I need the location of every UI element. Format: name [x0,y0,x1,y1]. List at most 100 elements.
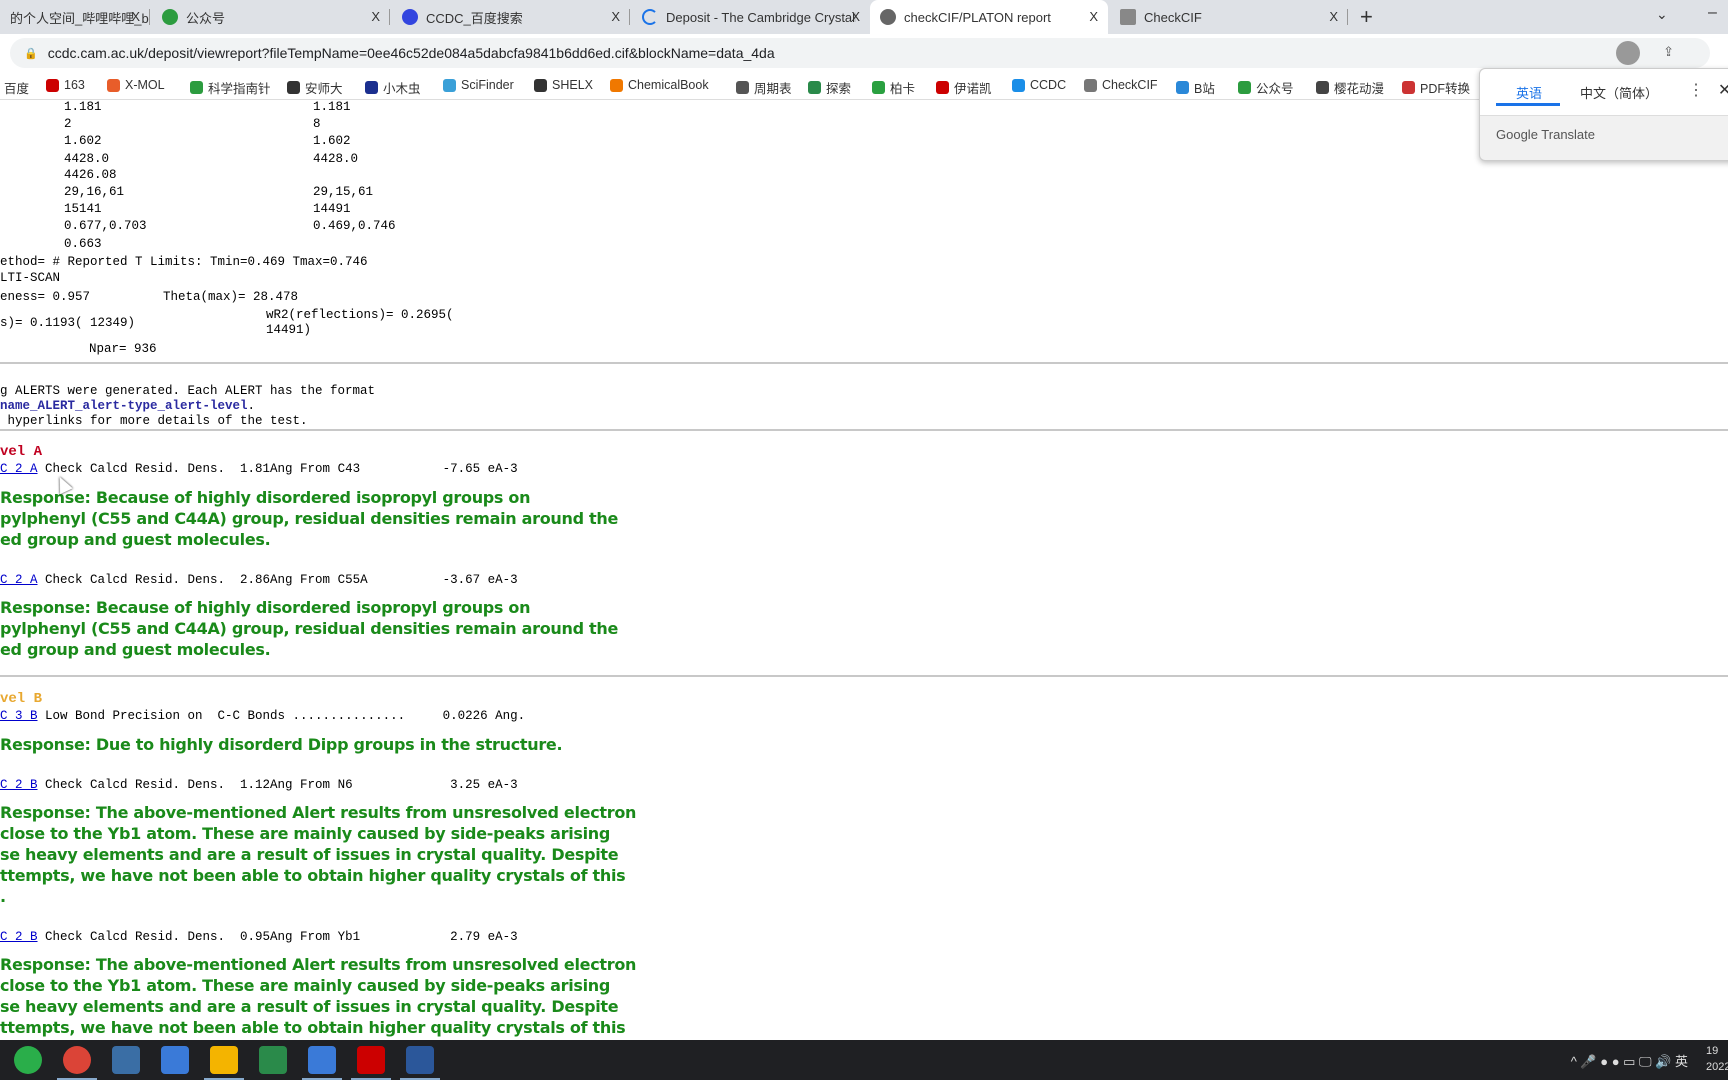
bookmark-label: CCDC [1030,78,1067,92]
bookmark-item[interactable]: CheckCIF [1084,78,1158,92]
more-options-icon[interactable]: ⋮ [1688,80,1704,100]
summary-value-left: 0.663 [64,237,102,251]
alert-line: C 2 B Check Calcd Resid. Dens. 0.95Ang F… [0,930,518,945]
alerts-intro: g ALERTS were generated. Each ALERT has … [0,384,376,398]
taskbar-calculator-icon[interactable] [112,1046,140,1074]
bookmark-item[interactable]: 周期表 [736,78,792,97]
close-icon[interactable]: ✕ [1718,80,1728,100]
taskbar-app2-icon[interactable] [302,1046,342,1080]
tab-deposit[interactable]: Deposit - The Cambridge Crystallographic… [632,0,870,34]
taskbar-wechat-icon[interactable] [14,1046,42,1074]
alert-code-link[interactable]: C 2 B [0,778,38,792]
bookmark-item[interactable]: 公众号 [1238,78,1294,97]
bookmark-item[interactable]: 科学指南针 [190,78,271,97]
tab-title: 的个人空间_哔哩哔哩_b [10,10,149,26]
summary-value-left: 1.181 [64,100,102,114]
address-bar[interactable]: 🔒 ccdc.cam.ac.uk/deposit/viewreport?fileT… [10,38,1710,68]
tab-baidu[interactable]: CCDC_百度搜索 X [392,0,630,34]
bookmark-item[interactable]: 百度 [4,78,29,97]
close-tab-icon[interactable]: X [1089,9,1098,24]
bookmark-label: 公众号 [1256,82,1294,96]
taskbar-file-explorer-icon[interactable] [204,1046,244,1080]
alert-code-link[interactable]: C 2 A [0,462,38,476]
response-text: Response: The above-mentioned Alert resu… [0,803,637,822]
alerts-hyperlink-note: hyperlinks for more details of the test. [0,414,308,428]
bookmark-icon [443,78,456,92]
tab-title: CheckCIF [1144,9,1202,25]
tab-title: Deposit - The Cambridge Crystallographic [666,9,856,25]
bookmark-icon [107,78,120,92]
summary-value-left: 4426.08 [64,168,117,182]
bookmark-item[interactable]: 安师大 [287,78,343,97]
summary-value-left: 2 [64,117,72,131]
bookmark-label: SciFinder [461,78,514,92]
bookmark-label: X-MOL [125,78,165,92]
system-tray[interactable]: ^ 🎤 ● ● ▭ 🖵 🔊 英 [1571,1051,1688,1070]
minimize-icon[interactable]: – [1708,4,1717,22]
summary-value-right: 1.181 [313,100,351,114]
report-content: 1.181 1.181 2 8 1.602 1.602 4428.0 4428.0 4426.0… [0,100,1728,1040]
new-tab-button[interactable]: + [1360,4,1373,30]
translate-icon[interactable] [1616,41,1640,65]
alert-code-link[interactable]: C 3 B [0,709,38,723]
taskbar-acrobat-icon[interactable] [351,1046,391,1080]
summary-value-right: 4428.0 [313,152,359,166]
bookmark-item[interactable]: 小木虫 [365,78,421,97]
bookmark-item[interactable]: B站 [1176,78,1215,97]
alert-code-link[interactable]: C 2 B [0,930,38,944]
taskbar: ^ 🎤 ● ● ▭ 🖵 🔊 英 19 2022 [0,1040,1728,1080]
bookmark-item[interactable]: CCDC [1012,78,1066,92]
summary-value-left: 15141 [64,202,102,216]
clock[interactable]: 19 2022 [1706,1043,1728,1075]
tab-title: 公众号 [186,10,226,26]
bookmark-item[interactable]: PDF转换 [1402,78,1470,97]
bookmark-item[interactable]: 探索 [808,78,851,97]
alert-format-end: . [247,399,256,413]
response-text: se heavy elements and are a result of is… [0,997,619,1016]
bookmark-item[interactable]: X-MOL [107,78,165,92]
close-tab-icon[interactable]: X [131,9,140,24]
bookmark-item[interactable]: ChemicalBook [610,78,709,92]
tab-gongzhonghao[interactable]: 公众号 X [152,0,390,34]
bookmark-label: B站 [1194,82,1215,96]
target-language-tab[interactable]: 中文（简体） [1580,83,1658,102]
bookmark-icon [872,81,885,94]
alert-code-link[interactable]: C 2 A [0,573,38,587]
bookmark-item[interactable]: 柏卡 [872,78,915,97]
bookmark-icon [610,78,623,92]
tab-checkcif-report[interactable]: checkCIF/PLATON report X [870,0,1108,34]
taskbar-app-icon[interactable] [161,1046,189,1074]
alert-format-line: name_ALERT_alert-type_alert-level. [0,399,255,414]
tab-search-icon[interactable]: ⌄ [1656,6,1668,23]
bookmark-icon [365,81,378,94]
share-icon[interactable]: ⇪ [1663,44,1674,60]
absorption-correction-type: LTI-SCAN [0,271,61,285]
bookmark-item[interactable]: SHELX [534,78,593,92]
close-tab-icon[interactable]: X [611,9,620,24]
close-tab-icon[interactable]: X [1329,9,1338,24]
tab-divider [629,9,630,25]
alert-line: C 2 A Check Calcd Resid. Dens. 2.86Ang F… [0,573,518,588]
close-tab-icon[interactable]: X [371,9,380,24]
bookmark-icon [936,81,949,94]
bookmark-item[interactable]: 163 [46,78,85,92]
bookmark-item[interactable]: 伊诺凯 [936,78,992,97]
toolbar: 🔒 ccdc.cam.ac.uk/deposit/viewreport?fileT… [0,34,1728,72]
bookmark-label: 探索 [826,82,852,96]
tab-title: checkCIF/PLATON report [904,9,1051,25]
bookmark-label: 科学指南针 [208,82,271,96]
bookmark-icon [46,78,59,92]
taskbar-chemdraw-icon[interactable] [259,1046,287,1074]
bookmark-item[interactable]: 樱花动漫 [1316,78,1384,97]
source-language-tab[interactable]: 英语 [1516,83,1542,102]
taskbar-chrome-icon[interactable] [57,1046,97,1080]
close-tab-icon[interactable]: X [851,9,860,24]
taskbar-word-icon[interactable] [400,1046,440,1080]
globe-icon [880,9,896,25]
summary-value-right: 0.469,0.746 [313,219,396,233]
tab-bilibili[interactable]: 的个人空间_哔哩哔哩_b X [0,0,150,34]
bookmark-label: 安师大 [305,82,343,96]
bookmark-item[interactable]: SciFinder [443,78,514,92]
tab-checkcif[interactable]: CheckCIF X [1110,0,1348,34]
alert-description: Check Calcd Resid. Dens. 1.12Ang From N6… [37,778,518,792]
